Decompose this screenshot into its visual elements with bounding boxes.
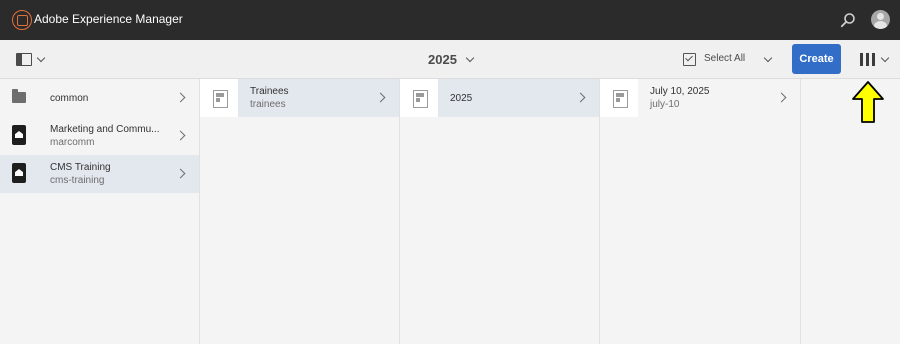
list-item[interactable]: 2025 (400, 79, 599, 117)
chevron-down-icon[interactable] (465, 53, 475, 63)
yellow-arrow-icon (852, 81, 884, 123)
item-title: July 10, 2025 (650, 86, 710, 97)
chevron-right-icon[interactable] (175, 168, 186, 179)
app-title[interactable]: Adobe Experience Manager (34, 12, 183, 26)
rail-toggle-icon[interactable] (16, 53, 32, 66)
create-button[interactable]: Create (792, 44, 841, 74)
item-subtitle: trainees (250, 99, 286, 110)
chevron-right-icon[interactable] (375, 92, 386, 103)
list-item[interactable]: Trainees trainees (200, 79, 399, 117)
user-avatar-icon[interactable] (871, 10, 890, 29)
search-icon[interactable] (840, 12, 856, 28)
item-subtitle: july-10 (650, 99, 680, 110)
breadcrumb-title[interactable]: 2025 (428, 52, 457, 67)
select-all-icon[interactable] (683, 53, 696, 66)
chevron-down-icon[interactable] (880, 53, 890, 63)
chevron-down-icon[interactable] (763, 53, 773, 63)
folder-icon (12, 89, 26, 103)
select-all-button[interactable]: Select All (704, 53, 745, 64)
column-view-icon[interactable] (860, 53, 875, 66)
column-2: Trainees trainees (200, 79, 400, 344)
list-item[interactable]: July 10, 2025 july-10 (600, 79, 800, 117)
site-icon (12, 163, 26, 183)
page-thumbnail-icon (400, 79, 438, 117)
column-1: common Marketing and Commu... marcomm CM… (0, 79, 200, 344)
page-thumbnail-icon (600, 79, 638, 117)
chevron-right-icon[interactable] (175, 130, 186, 141)
item-title: Marketing and Commu... (50, 124, 160, 135)
item-title: CMS Training (50, 162, 111, 173)
column-3: 2025 (400, 79, 600, 344)
list-item[interactable]: CMS Training cms-training (0, 155, 199, 193)
page-thumbnail-icon (200, 79, 238, 117)
chevron-right-icon[interactable] (575, 92, 586, 103)
column-4: July 10, 2025 july-10 (600, 79, 801, 344)
list-item[interactable]: Marketing and Commu... marcomm (0, 117, 199, 155)
item-title: 2025 (450, 93, 473, 104)
site-icon (12, 125, 26, 145)
aem-logo-icon[interactable] (12, 10, 32, 30)
action-bar: 2025 Select All Create (0, 40, 900, 79)
shell-header: Adobe Experience Manager (0, 0, 900, 40)
chevron-down-icon[interactable] (36, 53, 46, 63)
item-subtitle: marcomm (50, 137, 95, 148)
item-title: common (50, 93, 89, 104)
chevron-right-icon[interactable] (776, 92, 787, 103)
list-item[interactable]: common (0, 79, 199, 117)
item-title: Trainees (250, 86, 289, 97)
chevron-right-icon[interactable] (175, 92, 186, 103)
item-subtitle: cms-training (50, 175, 105, 186)
